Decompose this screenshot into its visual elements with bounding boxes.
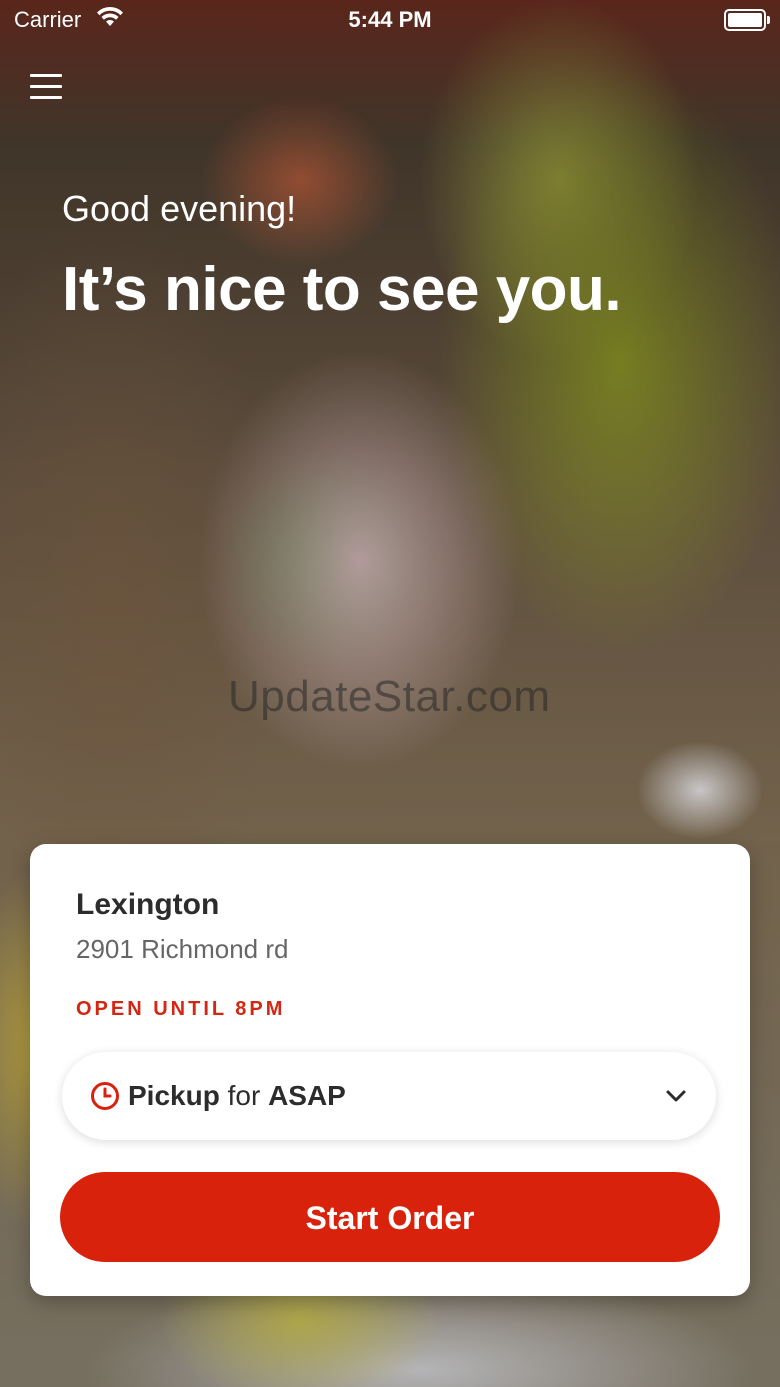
status-bar: Carrier 5:44 PM <box>0 0 780 40</box>
hamburger-menu-icon[interactable] <box>30 74 62 104</box>
start-order-button[interactable]: Start Order <box>60 1172 720 1262</box>
headline-text: It’s nice to see you. <box>62 255 622 324</box>
order-mode-dropdown[interactable]: Pickup for ASAP <box>62 1052 716 1140</box>
order-mode-connector: for <box>227 1080 261 1111</box>
greeting-text: Good evening! <box>62 188 297 229</box>
order-mode-type: Pickup <box>128 1080 220 1111</box>
location-address: 2901 Richmond rd <box>76 934 289 964</box>
order-mode-label: Pickup for ASAP <box>128 1080 346 1112</box>
status-time: 5:44 PM <box>348 7 432 32</box>
battery-icon <box>724 9 770 31</box>
location-card: Lexington 2901 Richmond rd OPEN UNTIL 8P… <box>30 844 750 1296</box>
clock-icon <box>90 1081 120 1111</box>
order-mode-time: ASAP <box>268 1080 346 1111</box>
location-name: Lexington <box>76 888 220 921</box>
app-screen: UpdateStar.com Carrier 5:44 PM Good even… <box>0 0 780 1387</box>
hours-status: OPEN UNTIL 8PM <box>76 998 286 1020</box>
chevron-down-icon <box>664 1084 688 1108</box>
watermark-text: UpdateStar.com <box>228 672 551 721</box>
